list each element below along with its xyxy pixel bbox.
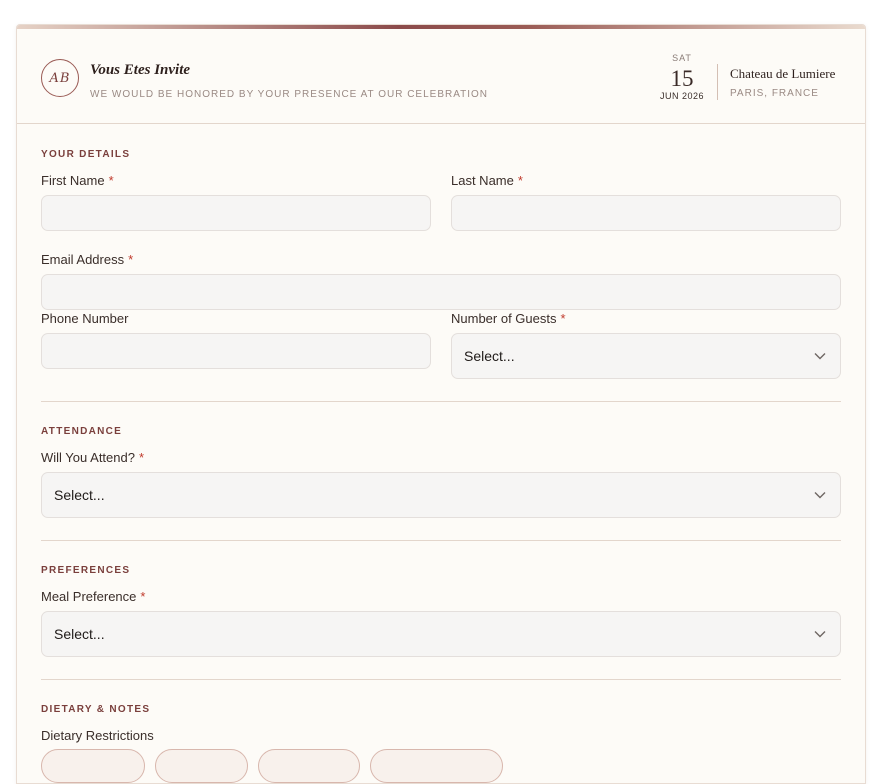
invitation-title: Vous Etes Invite	[90, 62, 191, 78]
chevron-down-icon	[814, 492, 826, 499]
venue-name: Chateau de Lumiere	[730, 66, 836, 81]
attend-label: Will You Attend? *	[41, 450, 144, 465]
event-date: SAT 15 JUN 2026	[647, 53, 717, 101]
attend-select[interactable]: Select...	[41, 472, 841, 518]
meal-label-text: Meal Preference	[41, 589, 137, 604]
required-marker: *	[128, 252, 134, 267]
guests-label-text: Number of Guests	[451, 311, 557, 326]
dietary-option-pill[interactable]	[41, 749, 145, 783]
required-marker: *	[517, 173, 523, 188]
required-marker: *	[140, 589, 146, 604]
last-name-label: Last Name *	[451, 173, 523, 188]
venue-location: PARIS, FRANCE	[730, 88, 819, 99]
first-name-input[interactable]	[41, 195, 431, 231]
phone-label-text: Phone Number	[41, 311, 129, 326]
dietary-option-pill[interactable]	[258, 749, 360, 783]
chevron-down-icon	[814, 353, 826, 360]
meal-select[interactable]: Select...	[41, 611, 841, 657]
dietary-option-pill[interactable]	[370, 749, 503, 783]
dietary-option-pill[interactable]	[155, 749, 248, 783]
email-label-text: Email Address	[41, 252, 125, 267]
required-marker: *	[138, 450, 145, 465]
chevron-down-icon	[814, 631, 826, 638]
attend-select-value: Select...	[54, 487, 105, 503]
header-divider	[717, 64, 718, 100]
required-marker: *	[560, 311, 566, 326]
section-divider	[41, 401, 841, 402]
last-name-label-text: Last Name	[451, 173, 514, 188]
section-divider	[41, 679, 841, 680]
invitation-header: AB Vous Etes Invite WE WOULD BE HONORED …	[17, 29, 865, 124]
section-dietary-notes: DIETARY & NOTES	[41, 704, 151, 715]
event-month-year: JUN 2026	[659, 91, 705, 101]
attend-label-text: Will You Attend?	[41, 450, 135, 465]
event-day: 15	[670, 66, 694, 91]
guests-select[interactable]: Select...	[451, 333, 841, 379]
section-preferences: PREFERENCES	[41, 565, 131, 576]
last-name-input[interactable]	[451, 195, 841, 231]
first-name-label-text: First Name	[41, 173, 105, 188]
monogram-badge: AB	[41, 59, 79, 97]
dietary-restrictions-label: Dietary Restrictions	[41, 728, 154, 743]
rsvp-card: AB Vous Etes Invite WE WOULD BE HONORED …	[16, 24, 866, 784]
phone-label: Phone Number	[41, 311, 128, 326]
section-attendance: ATTENDANCE	[41, 426, 123, 437]
guests-label: Number of Guests *	[451, 311, 566, 326]
first-name-label: First Name *	[41, 173, 114, 188]
meal-select-value: Select...	[54, 626, 105, 642]
required-marker: *	[108, 173, 114, 188]
phone-input[interactable]	[41, 333, 431, 369]
email-label: Email Address *	[41, 252, 133, 267]
meal-label: Meal Preference *	[41, 589, 145, 604]
invitation-subtitle: WE WOULD BE HONORED BY YOUR PRESENCE AT …	[90, 89, 489, 100]
guests-select-value: Select...	[464, 348, 515, 364]
section-divider	[41, 540, 841, 541]
event-weekday: SAT	[672, 53, 692, 63]
email-input[interactable]	[41, 274, 841, 310]
section-your-details: YOUR DETAILS	[41, 149, 131, 160]
